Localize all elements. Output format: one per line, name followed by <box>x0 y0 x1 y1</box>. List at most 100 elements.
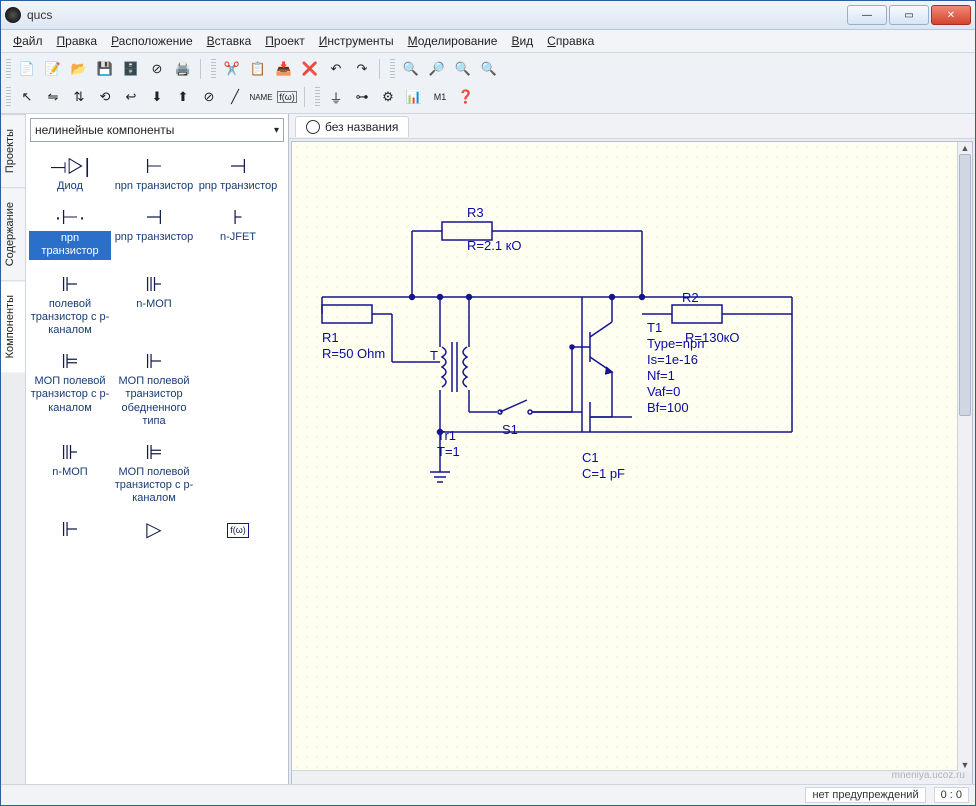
rotate-tool[interactable]: ⟲ <box>93 85 117 109</box>
palette-item-nmos2[interactable]: ⊪n-МОП <box>28 436 112 514</box>
svg-text:R1: R1 <box>322 330 339 345</box>
svg-text:R2: R2 <box>682 290 699 305</box>
side-tab-components[interactable]: Компоненты <box>1 280 25 372</box>
palette-item-npn[interactable]: ⊢npn транзистор <box>112 150 196 201</box>
menu-project[interactable]: Проект <box>259 32 311 50</box>
toolbar-handle-5[interactable] <box>315 87 320 107</box>
scroll-thumb-v[interactable] <box>959 154 971 416</box>
wire-tool[interactable]: ╱ <box>223 85 247 109</box>
palette-item-mos-p2[interactable]: ⊫МОП полевой транзистор с p-каналом <box>112 436 196 514</box>
toolbar-handle-3[interactable] <box>390 59 395 79</box>
menu-layout[interactable]: Расположение <box>105 32 199 50</box>
save-button[interactable]: 💾 <box>93 57 117 81</box>
mirror-h-tool[interactable]: ⇋ <box>41 85 65 109</box>
dataset-button[interactable]: 📊 <box>402 85 426 109</box>
menu-simulation[interactable]: Моделирование <box>402 32 504 50</box>
category-combo[interactable]: нелинейные компоненты ▾ <box>30 118 284 142</box>
menu-project-label: роект <box>274 34 305 48</box>
out-tool[interactable]: ⬆ <box>171 85 195 109</box>
palette-item-empty3[interactable] <box>196 436 280 514</box>
port-tool[interactable]: ⊶ <box>350 85 374 109</box>
toolbar-handle-4[interactable] <box>6 87 11 107</box>
close-button[interactable]: ✕ <box>931 5 971 25</box>
whats-this-button[interactable]: ❓ <box>454 85 478 109</box>
menu-help[interactable]: Справка <box>541 32 600 50</box>
new-file-button[interactable]: 📄 <box>15 57 39 81</box>
palette-item-empty1[interactable] <box>196 268 280 346</box>
canvas-wrap: R3 R=2.1 кО R1 R=50 Ohm <box>291 141 973 786</box>
zoom-out-button[interactable]: 🔎 <box>425 57 449 81</box>
palette-item-eqn[interactable]: f(ω) <box>196 513 280 551</box>
palette-item-npn2[interactable]: ·⊢·npn транзистор <box>28 201 112 267</box>
menu-help-label: правка <box>556 34 594 48</box>
label-tool[interactable]: NAME <box>249 85 273 109</box>
palette-item-pnp2[interactable]: ⊣pnp транзистор <box>112 201 196 267</box>
into-tool[interactable]: ⬇ <box>145 85 169 109</box>
mos-icon: ⊫ <box>113 440 195 466</box>
svg-text:T: T <box>430 348 438 363</box>
menu-tools[interactable]: Инструменты <box>313 32 400 50</box>
zoom-in-button[interactable]: 🔍 <box>399 57 423 81</box>
close-doc-button[interactable]: ⊘ <box>145 57 169 81</box>
statusbar: нет предупреждений 0 : 0 <box>1 784 975 805</box>
redo-button[interactable]: ↷ <box>350 57 374 81</box>
doc-tabbar: без названия <box>289 114 975 139</box>
svg-text:R=130кО: R=130кО <box>685 330 739 345</box>
open-button[interactable]: 📂 <box>67 57 91 81</box>
zoom-fit-button[interactable]: 🔍 <box>451 57 475 81</box>
delete-button[interactable]: ❌ <box>298 57 322 81</box>
palette-item-empty2[interactable] <box>196 345 280 436</box>
palette-item-extra1[interactable]: ⊩ <box>28 513 112 551</box>
mirror-v-tool[interactable]: ⇅ <box>67 85 91 109</box>
mos-icon: ⊪ <box>29 440 111 466</box>
simulate-button[interactable]: ⚙ <box>376 85 400 109</box>
horizontal-scrollbar[interactable] <box>292 770 958 785</box>
palette-item-mos-p[interactable]: ⊫МОП полевой транзистор с p-каналом <box>28 345 112 436</box>
copy-button[interactable]: 📋 <box>246 57 270 81</box>
cut-button[interactable]: ✂️ <box>220 57 244 81</box>
side-tab-contents[interactable]: Содержание <box>1 187 25 280</box>
new-text-button[interactable]: 📝 <box>41 57 65 81</box>
back-tool[interactable]: ↩ <box>119 85 143 109</box>
palette-item-pnp[interactable]: ⊣pnp транзистор <box>196 150 280 201</box>
maximize-button[interactable]: ▭ <box>889 5 929 25</box>
save-all-button[interactable]: 🗄️ <box>119 57 143 81</box>
select-tool[interactable]: ↖ <box>15 85 39 109</box>
toolbar-handle-2[interactable] <box>211 59 216 79</box>
deactivate-tool[interactable]: ⊘ <box>197 85 221 109</box>
svg-text:Vaf=0: Vaf=0 <box>647 384 680 399</box>
palette-item-opamp[interactable]: ▷ <box>112 513 196 551</box>
component-palette: нелинейные компоненты ▾ ⟞▷|Диод ⊢npn тра… <box>26 114 289 788</box>
paste-button[interactable]: 📥 <box>272 57 296 81</box>
side-tab-projects[interactable]: Проекты <box>1 114 25 187</box>
minimize-button[interactable]: — <box>847 5 887 25</box>
doc-tab[interactable]: без названия <box>295 116 409 137</box>
undo-button[interactable]: ↶ <box>324 57 348 81</box>
window-title: qucs <box>27 8 847 22</box>
mos-icon: ⊫ <box>29 349 111 375</box>
ground-tool[interactable]: ⏚ <box>324 85 348 109</box>
svg-text:Nf=1: Nf=1 <box>647 368 675 383</box>
palette-item-njfet[interactable]: ⊦n-JFET <box>196 201 280 267</box>
menu-view[interactable]: Вид <box>505 32 539 50</box>
palette-item-pfet[interactable]: ⊩полевой транзистор с p-каналом <box>28 268 112 346</box>
toolbar-handle[interactable] <box>6 59 11 79</box>
svg-text:R=50 Ohm: R=50 Ohm <box>322 346 385 361</box>
zoom-100-button[interactable]: 🔍 <box>477 57 501 81</box>
marker-tool[interactable]: M1 <box>428 85 452 109</box>
mos-icon: ⊩ <box>113 349 195 375</box>
menu-file[interactable]: Файл <box>7 32 49 50</box>
equation-tool[interactable]: f(ω) <box>275 85 299 109</box>
schematic-canvas[interactable]: R3 R=2.1 кО R1 R=50 Ohm <box>292 142 958 771</box>
menu-edit[interactable]: Правка <box>51 32 104 50</box>
menu-insert[interactable]: Вставка <box>201 32 258 50</box>
palette-item-mos-dep[interactable]: ⊩МОП полевой транзистор обедненного типа <box>112 345 196 436</box>
palette-item-diode[interactable]: ⟞▷|Диод <box>28 150 112 201</box>
scroll-up-icon[interactable]: ▲ <box>958 142 972 154</box>
vertical-scrollbar[interactable]: ▲ ▼ <box>957 142 972 771</box>
svg-text:C=1 pF: C=1 pF <box>582 466 625 481</box>
app-icon <box>5 7 21 23</box>
palette-item-nmos[interactable]: ⊪n-МОП <box>112 268 196 346</box>
pnp-icon: ⊣ <box>197 154 279 180</box>
print-button[interactable]: 🖨️ <box>171 57 195 81</box>
